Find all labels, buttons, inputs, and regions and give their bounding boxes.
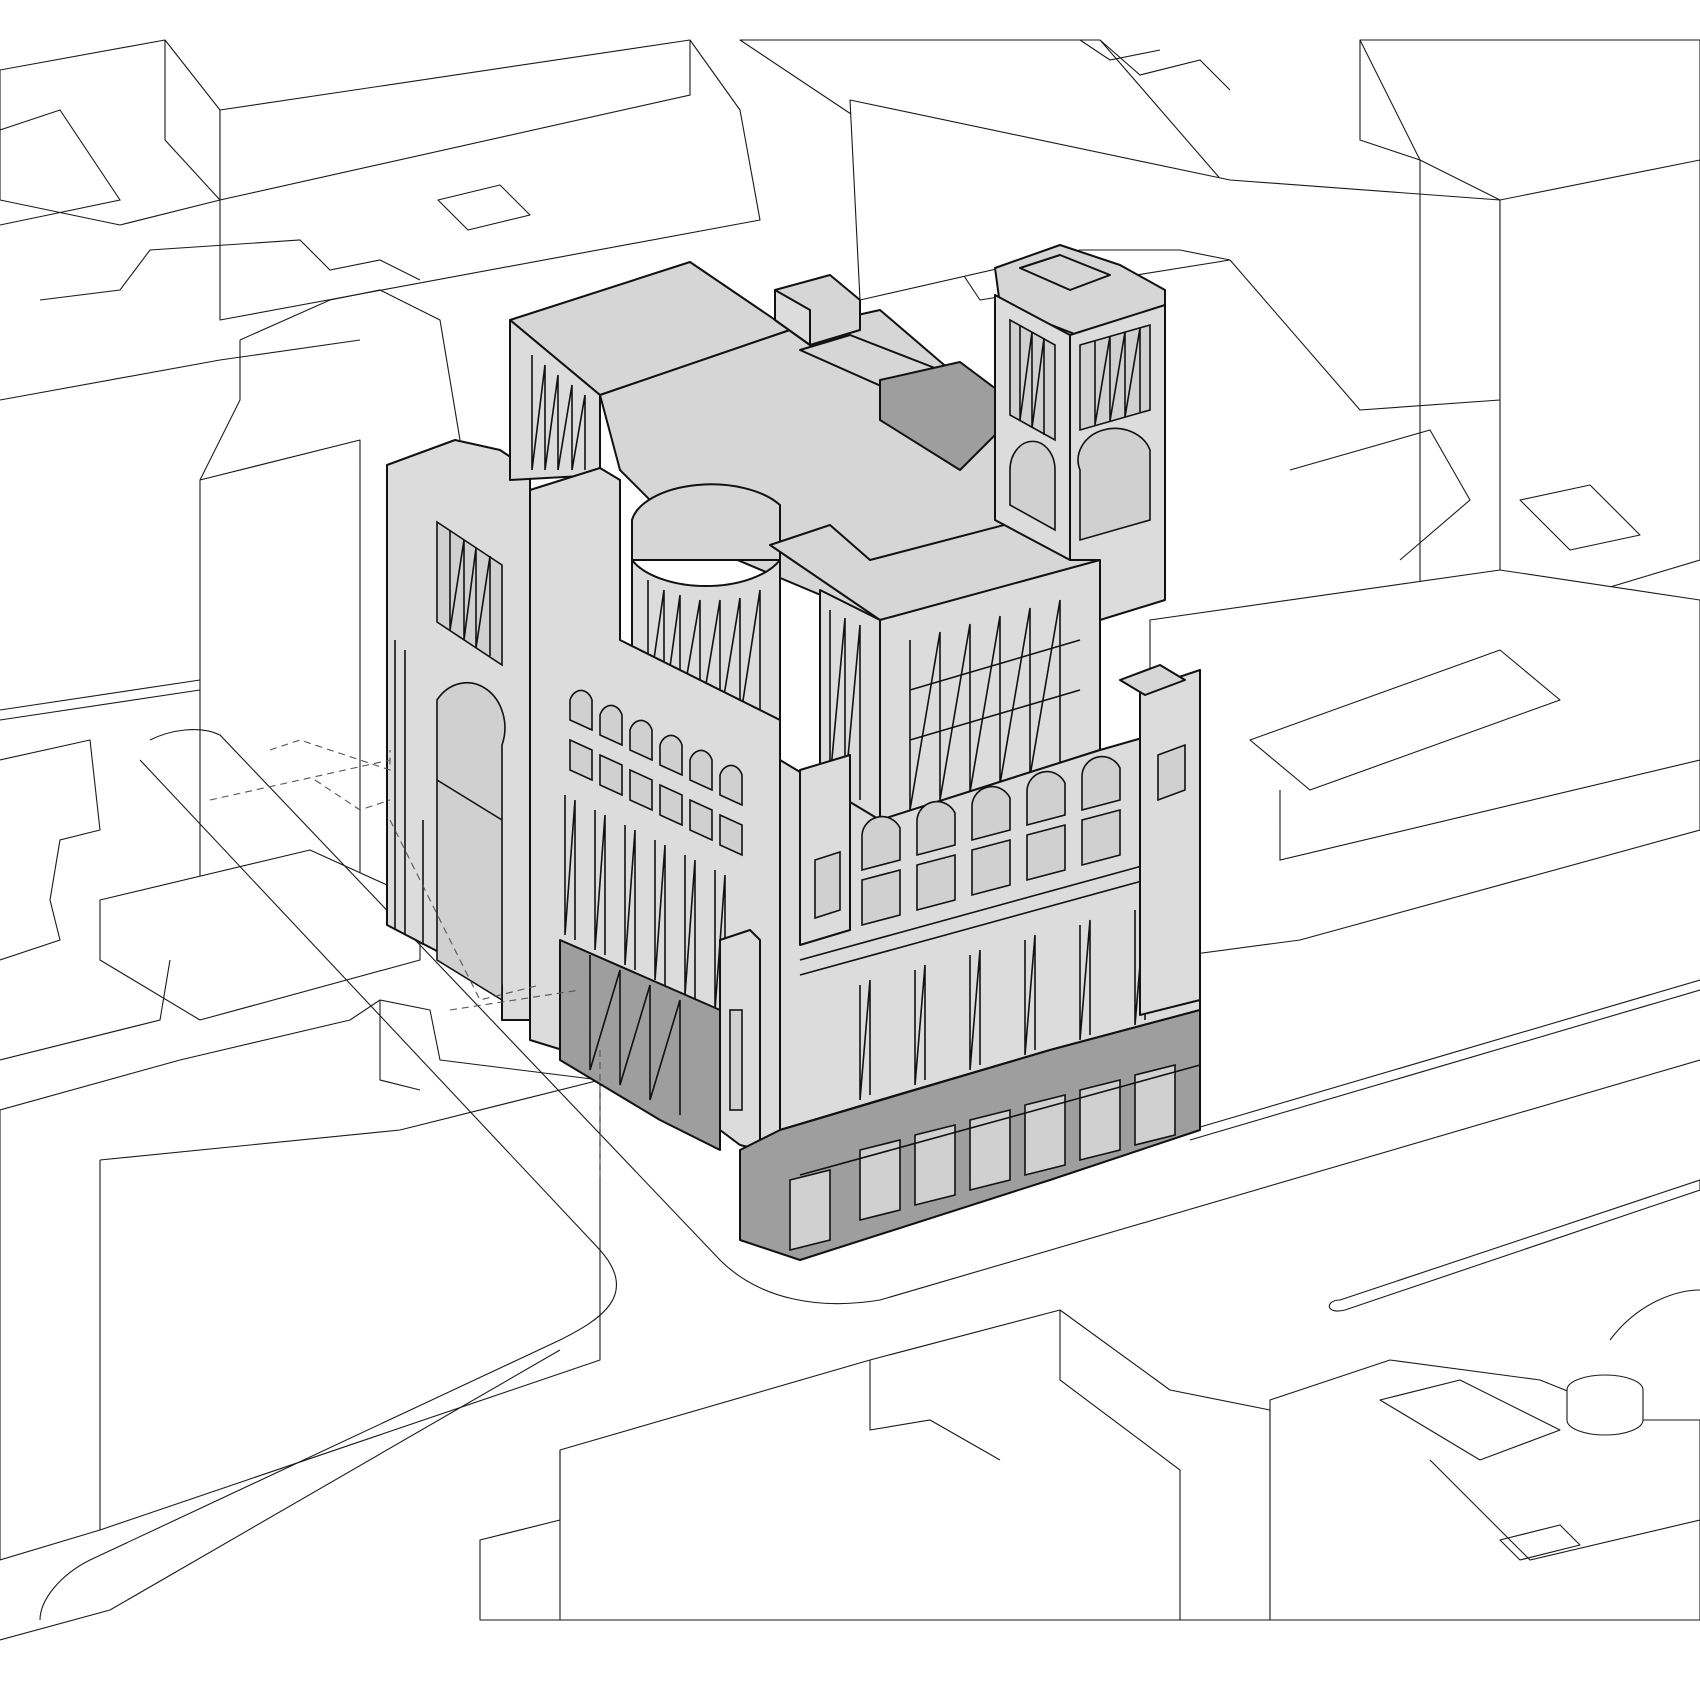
context-block-bottom-left (0, 999, 601, 1561)
context-block-bottom (479, 1309, 1700, 1621)
corner-pier (719, 929, 761, 1151)
context-round-kiosk (1566, 1289, 1700, 1436)
left-wing-arch-window (436, 682, 506, 1002)
tower-arch-right (1077, 427, 1151, 542)
context-block-right (1149, 569, 1700, 1141)
left-wing (386, 439, 531, 1021)
axonometric-drawing (0, 0, 1700, 1700)
